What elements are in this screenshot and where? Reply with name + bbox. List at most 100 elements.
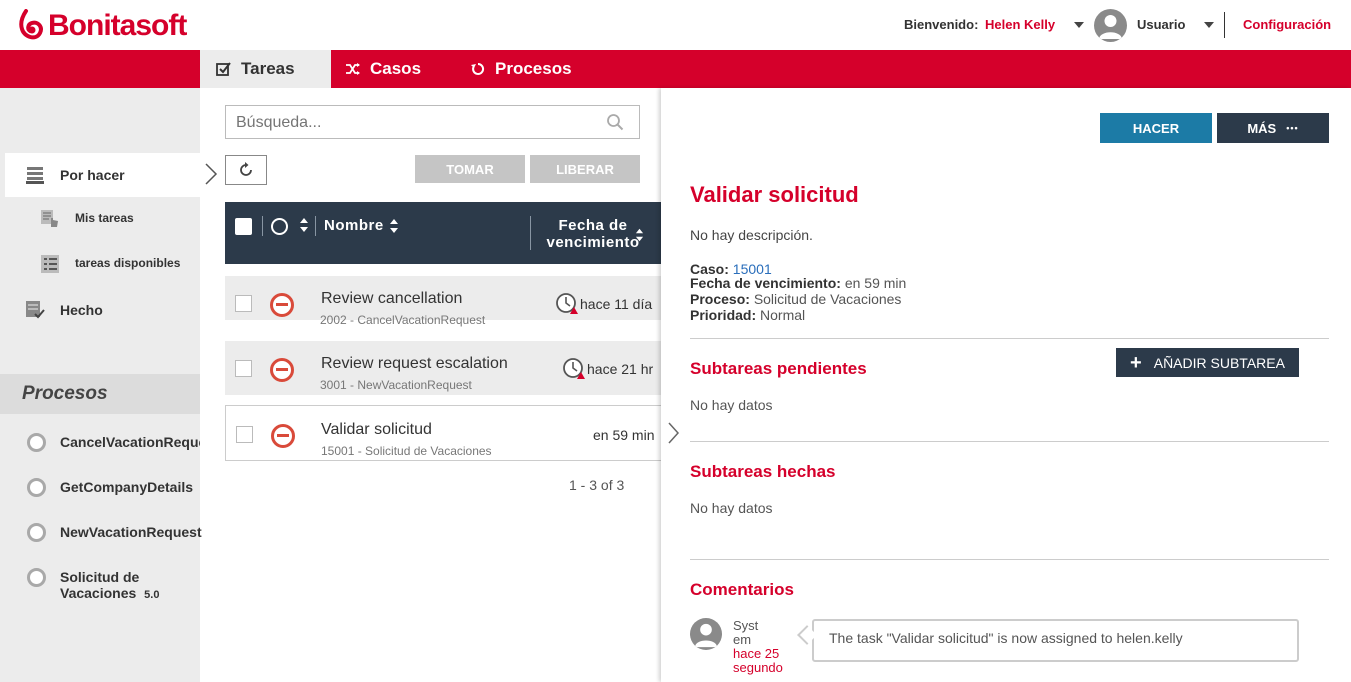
task-due: hace 11 día: [580, 296, 653, 312]
overdue-clock-icon: [556, 293, 578, 314]
profile-avatar[interactable]: [1094, 9, 1127, 42]
header-divider: [262, 216, 263, 236]
select-all-checkbox[interactable]: [235, 218, 252, 235]
chevron-right-icon: [668, 422, 680, 444]
process-version: 5.0: [144, 589, 160, 601]
done-subtasks-title: Subtareas hechas: [690, 462, 836, 481]
process-status-icon: [27, 523, 46, 542]
priority-column-icon[interactable]: [271, 218, 288, 235]
release-button[interactable]: LIBERAR: [530, 155, 640, 183]
pending-subtasks-title: Subtareas pendientes: [690, 359, 867, 378]
hand-pointer-icon: [41, 210, 58, 227]
comments-title: Comentarios: [690, 580, 794, 599]
user-silhouette-icon: [694, 623, 718, 648]
brand-name: Bonitasoft: [48, 9, 187, 42]
task-description: No hay descripción.: [690, 227, 813, 243]
user-name: Helen Kelly: [985, 17, 1056, 32]
done-subtasks-empty: No hay datos: [690, 500, 773, 516]
bonita-logo-icon: [19, 9, 43, 40]
task-list-icon: [41, 255, 59, 273]
header-divider: [530, 216, 531, 250]
process-label-line2: Vacaciones 5.0: [60, 585, 160, 601]
priority-high-icon: [270, 358, 294, 382]
tab-tareas-label: Tareas: [241, 59, 295, 78]
refresh-button[interactable]: [225, 155, 267, 185]
more-button[interactable]: MÁS •••: [1217, 113, 1329, 143]
profile-menu-label[interactable]: Usuario: [1137, 17, 1185, 32]
meta-process: Proceso: Solicitud de Vacaciones: [690, 291, 902, 307]
sort-icon: [389, 218, 398, 233]
add-subtask-button[interactable]: + AÑADIR SUBTAREA: [1116, 348, 1299, 377]
task-title: Validar solicitud: [690, 182, 859, 207]
divider: [690, 559, 1329, 560]
comment-text: The task "Validar solicitud" is now assi…: [812, 619, 1299, 662]
process-label-line1: Solicitud de: [60, 569, 140, 585]
process-item-cancelvacationrequest[interactable]: CancelVacationReque: [60, 434, 200, 450]
process-item-solicitud-de-vacaciones[interactable]: Solicitud de Vacaciones 5.0: [60, 569, 200, 601]
task-case: 2002 - CancelVacationRequest: [320, 313, 486, 327]
process-item-getcompanydetails[interactable]: GetCompanyDetails: [60, 479, 193, 495]
meta-due-date: Fecha de vencimiento: en 59 min: [690, 275, 907, 291]
row-checkbox[interactable]: [236, 426, 253, 443]
process-item-newvacationrequest[interactable]: NewVacationRequest: [60, 524, 202, 540]
process-status-icon: [27, 478, 46, 497]
task-due: hace 21 hr: [587, 361, 654, 377]
checkbox-checked-icon: [216, 62, 231, 76]
chevron-right-icon: [205, 163, 218, 185]
search-input[interactable]: [236, 114, 596, 132]
do-task-button[interactable]: HACER: [1100, 113, 1212, 143]
tab-procesos-label: Procesos: [495, 59, 572, 78]
inbox-stack-icon: [26, 167, 44, 184]
cycle-icon: [471, 62, 485, 75]
tab-casos[interactable]: Casos: [345, 50, 421, 88]
more-dots-icon: •••: [1286, 123, 1299, 133]
column-header-name[interactable]: Nombre: [324, 217, 399, 234]
priority-high-icon: [270, 293, 294, 317]
header-divider: [1224, 12, 1225, 38]
plus-icon: +: [1130, 351, 1142, 374]
more-button-label: MÁS: [1247, 120, 1277, 136]
sidebar-item-label: tareas disponibles: [75, 256, 181, 270]
task-name[interactable]: Review request escalation: [321, 355, 508, 373]
tab-casos-label: Casos: [370, 59, 422, 78]
welcome-label: Bienvenido:: [904, 17, 979, 32]
sidebar-item-label: Por hacer: [60, 167, 125, 183]
task-case: 3001 - NewVacationRequest: [320, 378, 472, 392]
profile-menu-caret-icon[interactable]: [1204, 22, 1214, 28]
process-status-icon: [27, 433, 46, 452]
task-case: 15001 - Solicitud de Vacaciones: [321, 444, 492, 458]
task-name[interactable]: Validar solicitud: [321, 421, 432, 439]
user-menu-caret-icon[interactable]: [1074, 22, 1084, 28]
add-subtask-label: AÑADIR SUBTAREA: [1153, 354, 1285, 371]
sort-icon[interactable]: [299, 217, 309, 233]
header-divider: [315, 216, 316, 236]
pending-subtasks-empty: No hay datos: [690, 397, 773, 413]
done-list-icon: [26, 301, 45, 319]
user-silhouette-icon: [1099, 15, 1122, 39]
pagination-info: 1 - 3 of 3: [569, 477, 625, 493]
comment-author: Syst em: [733, 618, 759, 647]
tab-procesos[interactable]: Procesos: [470, 50, 572, 88]
take-button[interactable]: TOMAR: [415, 155, 525, 183]
overdue-clock-icon: [563, 358, 585, 379]
tab-tareas[interactable]: Tareas: [200, 50, 331, 88]
divider: [690, 338, 1329, 339]
column-header-due-date[interactable]: Fecha de vencimiento: [538, 217, 648, 251]
processes-section-title: Procesos: [0, 374, 200, 414]
settings-link[interactable]: Configuración: [1243, 17, 1331, 32]
task-due: en 59 min: [593, 427, 655, 443]
row-checkbox[interactable]: [235, 360, 252, 377]
shuffle-icon: [346, 63, 360, 75]
priority-high-icon: [271, 424, 295, 448]
divider: [690, 441, 1329, 442]
search-icon[interactable]: [606, 113, 624, 131]
task-name[interactable]: Review cancellation: [321, 290, 462, 308]
sidebar-item-label: Mis tareas: [75, 211, 134, 225]
sort-icon[interactable]: [635, 227, 644, 243]
row-checkbox[interactable]: [235, 295, 252, 312]
meta-priority: Prioridad: Normal: [690, 307, 806, 323]
bonitasoft-logo[interactable]: Bonitasoft: [18, 6, 187, 46]
comment-time: hace 25 segundo: [733, 646, 783, 675]
comment-avatar: [690, 618, 722, 650]
process-status-icon: [27, 568, 46, 587]
